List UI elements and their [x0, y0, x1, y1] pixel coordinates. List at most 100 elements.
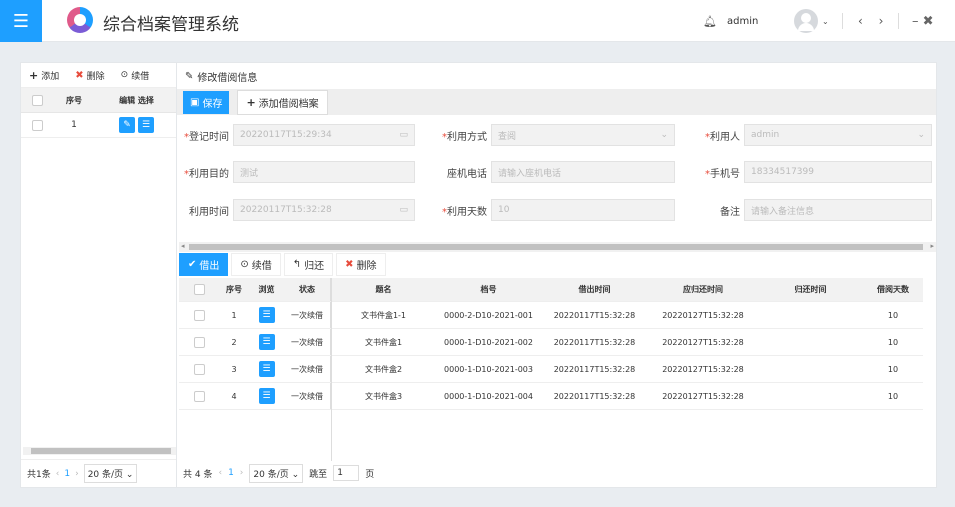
purpose-label: 利用目的 [189, 168, 229, 180]
cell-status: 一次续借 [284, 383, 331, 409]
lend-button[interactable]: ✔ 借出 [179, 253, 229, 276]
right-toolbar: ▣ 保存 + 添加借阅档案 [177, 89, 936, 115]
cell-out: 20220117T15:32:28 [553, 391, 636, 401]
add-button[interactable]: + 添加 [21, 69, 67, 82]
plus-icon: + [246, 95, 256, 109]
bell-icon[interactable]: 🔔︎ [703, 0, 717, 42]
col-due: 应归还时间 [683, 285, 723, 294]
page-size-label: 20 条/页 [87, 470, 124, 480]
chevron-down-icon[interactable]: ⌄ [822, 0, 829, 42]
col-name: 题名 [375, 285, 392, 294]
left-toolbar: + 添加 ✖ 删除 ⊙ 续借 [21, 63, 179, 88]
remark-input[interactable]: 请输入备注信息 [744, 199, 932, 221]
return-button[interactable]: ↰ 归还 [283, 253, 334, 276]
user-name[interactable]: admin [727, 0, 758, 42]
list-icon[interactable]: ☰ [258, 388, 275, 404]
borrow-list-panel: + 添加 ✖ 删除 ⊙ 续借 序号 编辑 选择 1 ✎ ☰ 共1条 ‹ 1 › 20 条… [20, 62, 180, 488]
cell-name: 文书件盒1-1 [360, 310, 407, 320]
left-pagination: 共1条 ‹ 1 › 20 条/页 ⌄ [21, 459, 179, 487]
save-button[interactable]: ▣ 保存 [183, 90, 230, 114]
horizontal-scrollbar[interactable] [23, 447, 177, 455]
list-icon[interactable]: ☰ [258, 334, 275, 350]
table-row[interactable]: 1 ✎ ☰ [21, 113, 179, 138]
menu-icon[interactable]: ☰ [0, 0, 42, 42]
col-days: 借阅天数 [877, 285, 909, 294]
mobile-input[interactable]: 18334517399 [744, 161, 932, 183]
edit-icon: ✎ [185, 70, 194, 82]
cell-due: 20220127T15:32:28 [662, 337, 744, 347]
archive-table-header: 序号 浏览 状态 题名 档号 借出时间 应归还时间 归还时间 借阅天数 [179, 278, 923, 302]
col-seq: 序号 [226, 285, 242, 294]
list-icon[interactable]: ☰ [138, 117, 154, 133]
row-checkbox[interactable] [193, 390, 205, 402]
clock-icon: ⊙ [120, 70, 129, 80]
cell-out: 20220117T15:32:28 [553, 310, 636, 320]
user-field: *利用人 admin ⌄ [682, 124, 932, 146]
fixed-column-divider [331, 278, 332, 461]
cell-days: 10 [887, 310, 899, 320]
scroll-left-icon[interactable]: ◂ [181, 242, 185, 250]
use-time-input[interactable]: 20220117T15:32:28 ▭ [233, 199, 415, 221]
next-page-icon[interactable]: › [240, 468, 244, 478]
top-bar: ☰ 综合档案管理系统 🔔︎ admin ⌄ ‹ › – ✖ [0, 0, 955, 42]
delete-button[interactable]: ✖ 删除 [67, 69, 112, 82]
page-size-select[interactable]: 20 条/页 ⌄ [83, 464, 138, 483]
borrow-form: *登记时间 20220117T15:29:34 ▭ *利用方式 查阅 ⌄ *利用人 … [177, 118, 937, 248]
reg-time-input[interactable]: 20220117T15:29:34 ▭ [233, 124, 415, 146]
purpose-input[interactable]: 测试 [233, 161, 415, 183]
col-code: 档号 [480, 285, 497, 294]
list-icon[interactable]: ☰ [258, 361, 275, 377]
cell-days: 10 [887, 364, 899, 374]
add-archive-button[interactable]: + 添加借阅档案 [237, 89, 328, 115]
archive-toolbar: ✔ 借出 ⊙ 续借 ↰ 归还 ✖ 删除 [177, 253, 937, 276]
nav-arrows-icon[interactable]: ‹ › [858, 0, 889, 42]
scroll-thumb[interactable] [189, 244, 923, 250]
scroll-right-icon[interactable]: ▸ [930, 242, 934, 250]
select-all-checkbox[interactable] [32, 94, 43, 106]
table-row[interactable]: 1 ☰ 一次续借 文书件盒1-1 0000-2-D10-2021-001 202… [179, 302, 923, 329]
table-row[interactable]: 2 ☰ 一次续借 文书件盒1 0000-1-D10-2021-002 20220… [179, 329, 923, 356]
purpose-field: *利用目的 测试 [177, 161, 415, 183]
next-page-icon[interactable]: › [75, 469, 79, 479]
prev-page-icon[interactable]: ‹ [56, 469, 60, 479]
page-number[interactable]: 1 [228, 468, 234, 478]
use-mode-value: 查阅 [498, 131, 517, 142]
row-checkbox[interactable] [32, 119, 43, 131]
select-all-checkbox[interactable] [193, 284, 205, 295]
cell-code: 0000-1-D10-2021-004 [444, 391, 533, 401]
use-mode-field: *利用方式 查阅 ⌄ [427, 124, 675, 146]
calendar-icon: ▭ [399, 130, 408, 140]
row-checkbox[interactable] [193, 309, 205, 321]
window-controls-icon[interactable]: – ✖ [912, 0, 934, 42]
renew-button[interactable]: ⊙ 续借 [113, 69, 158, 82]
close-icon: ✖ [75, 69, 84, 81]
row-checkbox[interactable] [193, 336, 205, 348]
col-status: 状态 [284, 278, 331, 301]
clock-icon: ⊙ [240, 259, 249, 270]
table-row[interactable]: 3 ☰ 一次续借 文书件盒2 0000-1-D10-2021-003 20220… [179, 356, 923, 383]
phone-input[interactable]: 请输入座机电话 [491, 161, 675, 183]
cell-code: 0000-1-D10-2021-003 [444, 364, 533, 374]
cell-due: 20220127T15:32:28 [662, 310, 744, 320]
goto-page-input[interactable]: 1 [333, 465, 360, 481]
delete-button[interactable]: ✖ 删除 [336, 253, 386, 276]
row-checkbox[interactable] [193, 363, 205, 375]
goto-label: 跳至 [309, 469, 328, 480]
edit-icon[interactable]: ✎ [119, 117, 135, 133]
table-row[interactable]: 4 ☰ 一次续借 文书件盒3 0000-1-D10-2021-004 20220… [179, 383, 923, 410]
days-label: 利用天数 [447, 206, 487, 218]
calendar-icon: ▭ [399, 205, 408, 215]
app-logo [67, 7, 93, 33]
renew-button[interactable]: ⊙ 续借 [231, 253, 281, 276]
use-mode-select[interactable]: 查阅 ⌄ [491, 124, 675, 146]
list-icon[interactable]: ☰ [258, 307, 275, 323]
user-select[interactable]: admin ⌄ [744, 124, 932, 146]
prev-page-icon[interactable]: ‹ [218, 468, 222, 478]
return-icon: ↰ [292, 259, 302, 270]
avatar[interactable] [794, 9, 818, 33]
horizontal-scrollbar[interactable]: ◂ ▸ [179, 242, 936, 252]
page-number[interactable]: 1 [64, 469, 70, 479]
page-size-select[interactable]: 20 条/页 ⌄ [249, 463, 304, 483]
days-input[interactable]: 10 [491, 199, 675, 221]
page-size-label: 20 条/页 [253, 469, 289, 480]
